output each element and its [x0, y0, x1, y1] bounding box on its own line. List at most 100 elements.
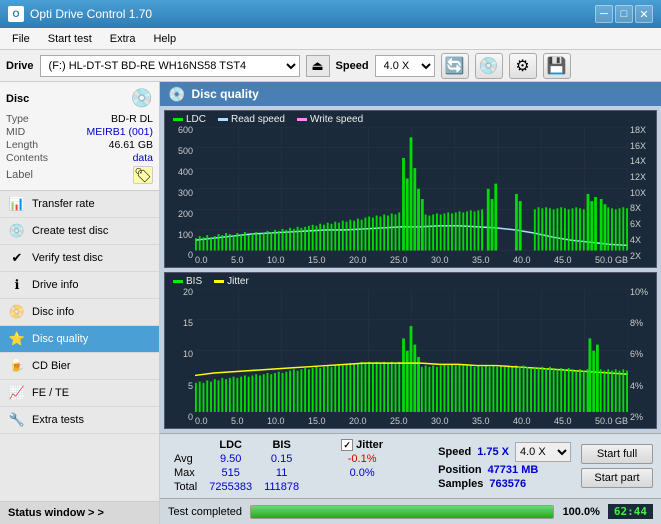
mid-label: MID [6, 126, 25, 138]
action-buttons: Start full Start part [581, 444, 653, 488]
ldc-chart: LDC Read speed Write speed 6005004003002… [164, 110, 657, 268]
avg-row-label: Avg [168, 452, 203, 466]
max-ldc-value: 515 [203, 466, 258, 480]
total-bis-value: 111878 [258, 480, 305, 494]
bis-chart-svg [195, 289, 628, 413]
menubar: File Start test Extra Help [0, 28, 661, 50]
menu-starttest[interactable]: Start test [40, 31, 100, 47]
position-value: 47731 MB [488, 464, 539, 476]
verify-test-disc-icon: ✔ [8, 250, 26, 266]
position-label: Position [438, 464, 481, 476]
close-button[interactable]: ✕ [635, 5, 653, 23]
menu-file[interactable]: File [4, 31, 38, 47]
bis-y-axis-left: 20151050 [165, 273, 195, 429]
progress-fill [251, 506, 553, 518]
disc-button[interactable]: 💿 [475, 53, 503, 79]
eject-button[interactable]: ⏏ [306, 55, 330, 77]
menu-help[interactable]: Help [145, 31, 184, 47]
charts-area: LDC Read speed Write speed 6005004003002… [160, 106, 661, 433]
jitter-col-header: ✓ Jitter [335, 438, 389, 452]
save-button[interactable]: 💾 [543, 53, 571, 79]
avg-bis-value: 0.15 [258, 452, 305, 466]
sidebar-item-verify-test-disc[interactable]: ✔ Verify test disc [0, 245, 159, 272]
sidebar-item-transfer-rate[interactable]: 📊 Transfer rate [0, 191, 159, 218]
speed-row-label: Speed [438, 446, 471, 458]
refresh-button[interactable]: 🔄 [441, 53, 469, 79]
bis-chart-legend: BIS Jitter [173, 276, 249, 287]
sidebar-item-create-test-disc-label: Create test disc [32, 225, 108, 237]
speed-label: Speed [336, 60, 369, 72]
content-header-icon: 💿 [168, 86, 185, 103]
app-title: Opti Drive Control 1.70 [30, 7, 152, 21]
bis-chart: BIS Jitter 20151050 10%8%6%4%2% [164, 272, 657, 430]
label-key: Label [6, 169, 33, 181]
total-ldc-value: 7255383 [203, 480, 258, 494]
sidebar-item-cd-bier[interactable]: 🍺 CD Bier [0, 353, 159, 380]
max-jitter-value: 0.0% [335, 466, 389, 480]
bis-color-dot [173, 280, 183, 283]
minimize-button[interactable]: ─ [595, 5, 613, 23]
titlebar: O Opti Drive Control 1.70 ─ □ ✕ [0, 0, 661, 28]
bis-chart-inner [195, 289, 628, 413]
sidebar-item-fe-te[interactable]: 📈 FE / TE [0, 380, 159, 407]
contents-label: Contents [6, 152, 48, 164]
maximize-button[interactable]: □ [615, 5, 633, 23]
speed-select[interactable]: 4.0 X [375, 55, 435, 77]
sidebar-item-transfer-rate-label: Transfer rate [32, 198, 95, 210]
samples-value: 763576 [489, 478, 526, 490]
bis-legend-bis: BIS [173, 276, 202, 287]
bis-y-axis-right: 10%8%6%4%2% [628, 273, 656, 429]
jitter-checkbox[interactable]: ✓ [341, 439, 353, 451]
status-window-button[interactable]: Status window > > [0, 501, 159, 524]
ldc-legend-writespeed: Write speed [297, 114, 363, 125]
bis-legend-jitter-label: Jitter [227, 276, 249, 287]
sidebar-item-drive-info-label: Drive info [32, 279, 78, 291]
ldc-y-axis-right: 18X16X14X12X10X8X6X4X2X [628, 111, 656, 267]
app-icon: O [8, 6, 24, 22]
sidebar-item-verify-test-disc-label: Verify test disc [32, 252, 103, 264]
disc-section-title: Disc [6, 93, 29, 105]
ldc-legend-ldc: LDC [173, 114, 206, 125]
bis-x-axis: 0.05.010.015.020.025.030.035.040.045.050… [195, 416, 628, 426]
writespeed-color-dot [297, 118, 307, 121]
create-test-disc-icon: 💿 [8, 223, 26, 239]
bis-legend-bis-label: BIS [186, 276, 202, 287]
speed-row-select[interactable]: 4.0 X [515, 442, 571, 462]
drive-label: Drive [6, 60, 34, 72]
menu-extra[interactable]: Extra [102, 31, 144, 47]
content-area: 💿 Disc quality LDC Read speed [160, 82, 661, 524]
mid-value: MEIRB1 (001) [86, 126, 153, 138]
drive-select[interactable]: (F:) HL-DT-ST BD-RE WH16NS58 TST4 [40, 55, 300, 77]
disc-section: Disc 💿 Type BD-R DL MID MEIRB1 (001) Len… [0, 82, 159, 191]
cd-bier-icon: 🍺 [8, 358, 26, 374]
ldc-legend-readspeed: Read speed [218, 114, 285, 125]
ldc-chart-inner [195, 127, 628, 251]
fe-te-icon: 📈 [8, 385, 26, 401]
ldc-color-dot [173, 118, 183, 121]
sidebar-item-disc-info[interactable]: 📀 Disc info [0, 299, 159, 326]
type-value: BD-R DL [111, 113, 153, 125]
status-window-label: Status window > > [8, 507, 104, 519]
sidebar-item-drive-info[interactable]: ℹ Drive info [0, 272, 159, 299]
sidebar-item-create-test-disc[interactable]: 💿 Create test disc [0, 218, 159, 245]
readspeed-color-dot [218, 118, 228, 121]
content-title: Disc quality [191, 87, 258, 101]
speed-info: Speed 1.75 X 4.0 X Position 47731 MB Sam… [438, 442, 571, 490]
sidebar-item-extra-tests[interactable]: 🔧 Extra tests [0, 407, 159, 434]
avg-jitter-value: -0.1% [335, 452, 389, 466]
start-full-button[interactable]: Start full [581, 444, 653, 464]
sidebar-item-disc-quality[interactable]: ⭐ Disc quality [0, 326, 159, 353]
sidebar-item-disc-quality-label: Disc quality [32, 333, 88, 345]
sidebar-item-extra-tests-label: Extra tests [32, 414, 84, 426]
length-label: Length [6, 139, 38, 151]
sidebar-item-disc-info-label: Disc info [32, 306, 74, 318]
settings-button[interactable]: ⚙ [509, 53, 537, 79]
ldc-chart-svg [195, 127, 628, 251]
ldc-x-axis: 0.05.010.015.020.025.030.035.040.045.050… [195, 255, 628, 265]
start-part-button[interactable]: Start part [581, 468, 653, 488]
jitter-color-dot [214, 280, 224, 283]
extra-tests-icon: 🔧 [8, 412, 26, 428]
speed-row-value: 1.75 X [477, 446, 509, 458]
nav-items: 📊 Transfer rate 💿 Create test disc ✔ Ver… [0, 191, 159, 501]
ldc-legend-writespeed-label: Write speed [310, 114, 363, 125]
